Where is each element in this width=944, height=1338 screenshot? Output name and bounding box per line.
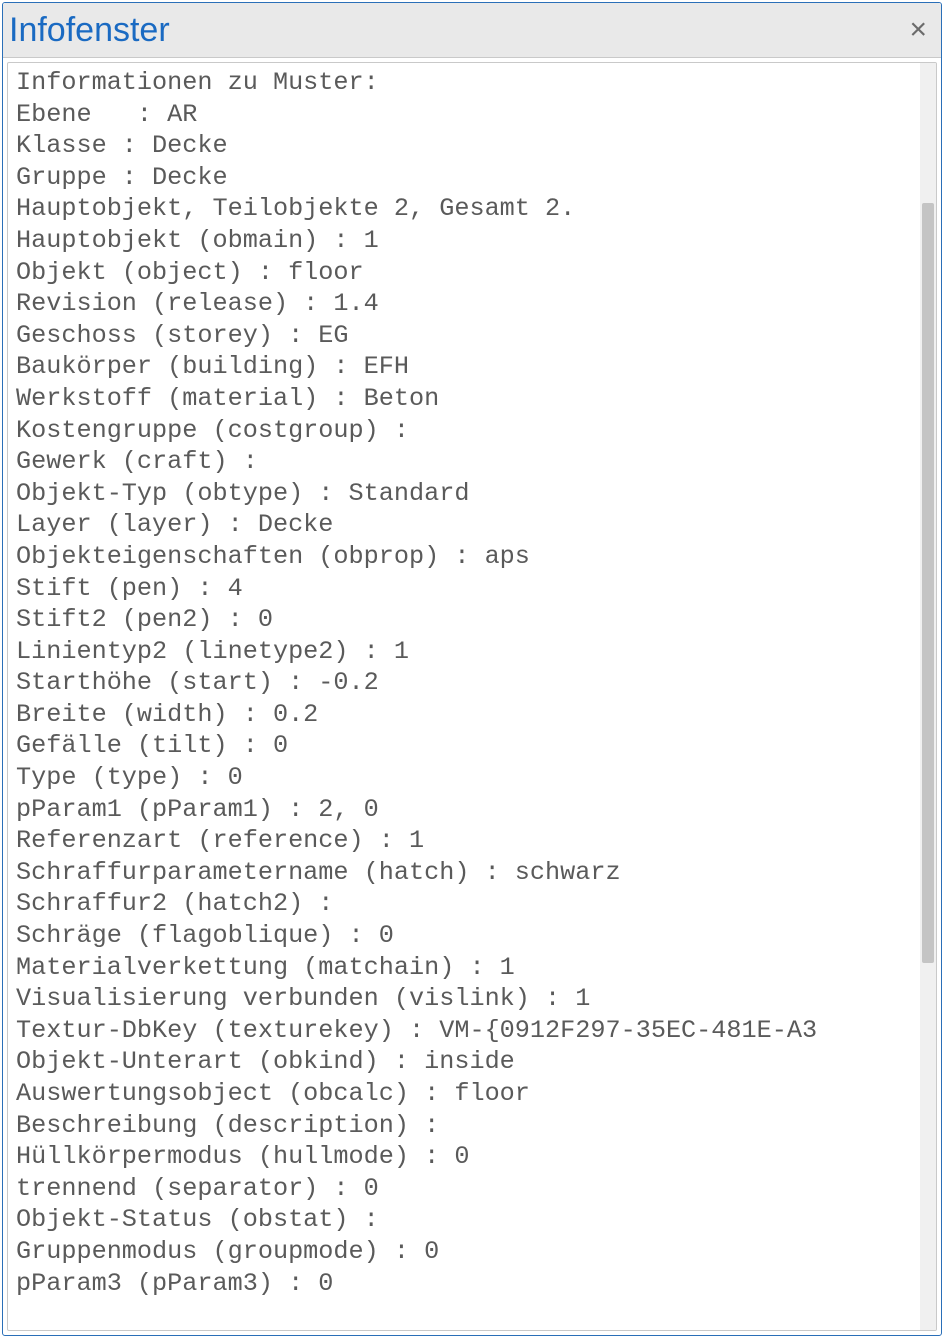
close-icon: × xyxy=(909,13,927,46)
scrollbar-thumb[interactable] xyxy=(922,203,934,963)
content-wrap: Informationen zu Muster: Ebene : AR Klas… xyxy=(7,62,937,1331)
info-text-area[interactable]: Informationen zu Muster: Ebene : AR Klas… xyxy=(8,63,920,1330)
vertical-scrollbar[interactable] xyxy=(920,63,936,1330)
window-title: Infofenster xyxy=(9,13,170,47)
info-window: Infofenster × Informationen zu Muster: E… xyxy=(2,2,942,1336)
titlebar: Infofenster × xyxy=(3,3,941,58)
close-button[interactable]: × xyxy=(903,15,933,45)
